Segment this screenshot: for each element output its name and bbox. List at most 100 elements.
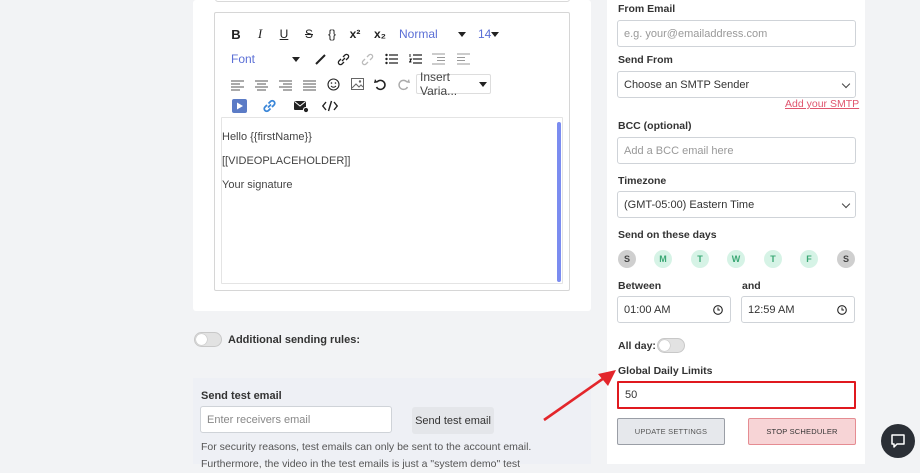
source-code-button[interactable] xyxy=(321,97,338,115)
bcc-label: BCC (optional) xyxy=(618,120,692,132)
subscript-button[interactable]: x₂ xyxy=(372,25,388,43)
smiley-icon xyxy=(326,77,340,91)
align-center-button[interactable] xyxy=(254,76,268,94)
indent-button[interactable] xyxy=(456,50,470,68)
additional-rules-label: Additional sending rules: xyxy=(228,334,361,346)
and-label: and xyxy=(742,280,761,292)
from-email-input[interactable]: e.g. your@emailaddress.com xyxy=(617,20,856,47)
from-email-placeholder: e.g. your@emailaddress.com xyxy=(624,27,768,40)
update-settings-label: UPDATE SETTINGS xyxy=(634,427,708,436)
annotation-arrow-icon xyxy=(543,370,616,422)
start-time-value: 01:00 AM xyxy=(624,303,671,316)
send-test-email-label: Send test email xyxy=(415,414,491,427)
test-email-note-line-1: For security reasons, test emails can on… xyxy=(201,441,532,453)
timezone-select[interactable]: (GMT-05:00) Eastern Time xyxy=(617,191,856,218)
timezone-label: Timezone xyxy=(618,175,667,187)
bullet-list-icon xyxy=(384,53,398,65)
code-block-button[interactable]: {} xyxy=(325,25,339,43)
insert-variable-label: Insert Varia... xyxy=(420,70,458,98)
clock-icon xyxy=(837,305,847,315)
end-time-input[interactable]: 12:59 AM xyxy=(741,296,855,323)
editor-line-signature: Your signature xyxy=(222,179,293,191)
align-right-icon xyxy=(278,79,292,91)
send-days-label: Send on these days xyxy=(618,229,717,241)
from-email-label: From Email xyxy=(618,3,676,15)
superscript-button[interactable]: x² xyxy=(347,25,363,43)
chevron-down-icon xyxy=(491,31,500,37)
font-select[interactable]: Font xyxy=(228,49,303,69)
chevron-down-icon xyxy=(479,81,487,87)
undo-button[interactable] xyxy=(373,75,387,93)
start-time-input[interactable]: 01:00 AM xyxy=(617,296,731,323)
daily-limit-value: 50 xyxy=(625,389,638,401)
insert-email-button[interactable] xyxy=(293,97,309,115)
daily-limit-input[interactable]: 50 xyxy=(617,381,856,409)
redo-button[interactable] xyxy=(396,75,410,93)
update-settings-button[interactable]: UPDATE SETTINGS xyxy=(617,418,725,445)
brush-icon xyxy=(314,53,326,65)
chat-widget-button[interactable] xyxy=(881,424,915,458)
send-from-label: Send From xyxy=(618,54,673,66)
size-select[interactable]: 14 xyxy=(475,24,501,44)
bold-button[interactable]: B xyxy=(229,25,243,43)
align-left-icon xyxy=(230,79,244,91)
text-color-button[interactable] xyxy=(313,50,327,68)
chevron-down-icon xyxy=(841,79,851,89)
strikethrough-button[interactable]: S xyxy=(302,25,316,43)
day-toggle-sunday[interactable]: S xyxy=(618,250,636,268)
align-right-button[interactable] xyxy=(278,76,292,94)
code-icon xyxy=(321,100,338,112)
insert-video-button[interactable] xyxy=(231,97,247,115)
underline-button[interactable]: U xyxy=(277,25,291,43)
editor-line-greeting: Hello {{firstName}} xyxy=(222,131,312,143)
clock-icon xyxy=(713,305,723,315)
chevron-down-icon xyxy=(292,56,300,62)
day-toggle-tuesday[interactable]: T xyxy=(691,250,709,268)
link-icon xyxy=(337,53,349,65)
send-test-email-button[interactable]: Send test email xyxy=(412,407,494,434)
add-smtp-link[interactable]: Add your SMTP xyxy=(785,98,859,110)
day-toggle-friday[interactable]: F xyxy=(800,250,818,268)
numbered-list-icon xyxy=(408,54,422,64)
unlink-icon xyxy=(361,53,373,65)
italic-button[interactable]: I xyxy=(253,25,267,43)
unlink-button[interactable] xyxy=(360,50,374,68)
end-time-value: 12:59 AM xyxy=(748,303,795,316)
undo-icon xyxy=(373,78,386,90)
font-select-value: Font xyxy=(231,52,256,66)
align-justify-button[interactable] xyxy=(302,76,316,94)
chain-link-icon xyxy=(262,99,276,113)
editor-scrollbar[interactable] xyxy=(557,122,561,282)
size-select-value: 14 xyxy=(478,27,492,41)
bullet-list-button[interactable] xyxy=(384,50,398,68)
image-button[interactable] xyxy=(350,75,364,93)
day-toggle-saturday[interactable]: S xyxy=(837,250,855,268)
align-left-button[interactable] xyxy=(230,76,244,94)
subject-field[interactable] xyxy=(215,0,570,2)
all-day-label: All day: xyxy=(618,340,656,352)
daily-limit-label: Global Daily Limits xyxy=(618,365,713,377)
format-select[interactable]: Normal xyxy=(396,24,469,44)
numbered-list-button[interactable] xyxy=(408,50,422,68)
test-email-input[interactable]: Enter receivers email xyxy=(200,406,392,433)
additional-rules-toggle[interactable] xyxy=(194,332,222,347)
emoji-button[interactable] xyxy=(326,75,340,93)
day-toggle-monday[interactable]: M xyxy=(654,250,672,268)
chat-bubble-icon xyxy=(891,434,905,448)
video-link-button[interactable] xyxy=(261,97,277,115)
stop-scheduler-button[interactable]: STOP SCHEDULER xyxy=(748,418,856,445)
insert-variable-select[interactable]: Insert Varia... xyxy=(416,70,491,98)
all-day-toggle[interactable] xyxy=(657,338,685,353)
day-toggle-wednesday[interactable]: W xyxy=(727,250,745,268)
timezone-value: (GMT-05:00) Eastern Time xyxy=(624,198,755,211)
test-email-title: Send test email xyxy=(201,390,282,402)
link-button[interactable] xyxy=(336,50,350,68)
chevron-down-icon xyxy=(841,199,851,209)
bcc-placeholder: Add a BCC email here xyxy=(624,144,734,157)
editor-line-video-placeholder: [[VIDEOPLACEHOLDER]] xyxy=(222,155,351,167)
align-center-icon xyxy=(254,79,268,91)
send-from-select[interactable]: Choose an SMTP Sender xyxy=(617,71,856,98)
outdent-button[interactable] xyxy=(431,50,445,68)
bcc-input[interactable]: Add a BCC email here xyxy=(617,137,856,164)
day-toggle-thursday[interactable]: T xyxy=(764,250,782,268)
